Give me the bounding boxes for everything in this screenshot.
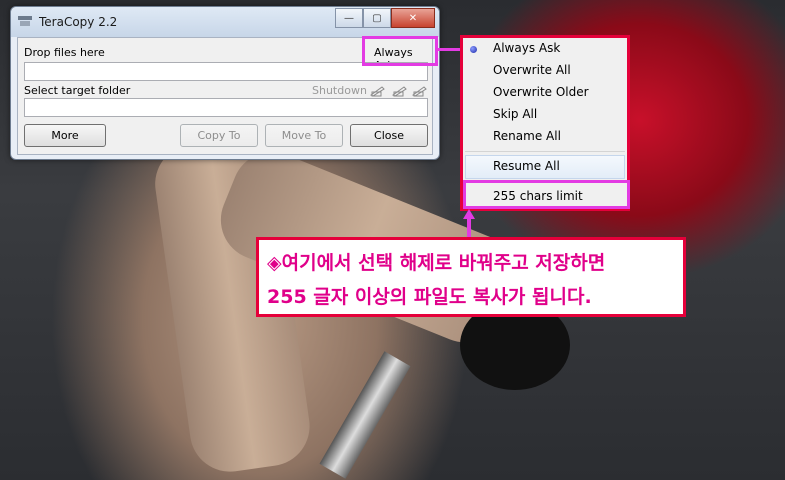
title-bar[interactable]: TeraCopy 2.2 — ▢ ✕ [11, 7, 439, 37]
radio-selected-icon [470, 46, 477, 53]
connector-line [435, 48, 461, 51]
close-window-button[interactable]: ✕ [391, 8, 435, 28]
teracopy-window: TeraCopy 2.2 — ▢ ✕ Drop files here Alway… [10, 6, 440, 160]
source-label: Drop files here [24, 46, 105, 59]
copy-to-button[interactable]: Copy To [180, 124, 258, 147]
note-line-2: 255 글자 이상의 파일도 복사가 됩니다. [267, 286, 592, 308]
arrow-shaft [467, 218, 471, 238]
move-to-button[interactable]: Move To [265, 124, 343, 147]
folder-pencil-icon[interactable] [370, 85, 386, 97]
folder-pencil-icon[interactable] [412, 85, 428, 97]
window-controls: — ▢ ✕ [335, 8, 435, 28]
note-line-1: ◈여기에서 선택 해제로 바꿔주고 저장하면 [267, 252, 606, 274]
more-button[interactable]: More [24, 124, 106, 147]
limit-highlight [463, 180, 630, 209]
maximize-icon: ▢ [372, 12, 382, 24]
maximize-button[interactable]: ▢ [363, 8, 391, 28]
close-button[interactable]: Close [350, 124, 428, 147]
menu-item-rename-all[interactable]: Rename All [493, 129, 561, 143]
menu-item-overwrite-older[interactable]: Overwrite Older [493, 85, 589, 99]
menu-item-skip-all[interactable]: Skip All [493, 107, 537, 121]
shutdown-option[interactable]: Shutdown [312, 84, 367, 97]
target-label: Select target folder [24, 84, 131, 97]
folder-pencil-icon[interactable] [392, 85, 408, 97]
menu-item-always-ask[interactable]: Always Ask [493, 41, 560, 55]
annotation-note: ◈여기에서 선택 해제로 바꿔주고 저장하면 255 글자 이상의 파일도 복사… [256, 237, 686, 317]
stool-pole [319, 351, 411, 479]
window-title: TeraCopy 2.2 [39, 15, 118, 29]
minimize-icon: — [344, 12, 354, 24]
menu-item-resume-all[interactable]: Resume All [493, 159, 560, 173]
menu-separator [465, 151, 625, 152]
teracopy-app-icon [18, 16, 32, 26]
always-ask-highlight [362, 36, 438, 66]
menu-item-overwrite-all[interactable]: Overwrite All [493, 63, 571, 77]
minimize-button[interactable]: — [335, 8, 363, 28]
close-icon: ✕ [408, 12, 418, 24]
target-field[interactable] [24, 98, 428, 117]
